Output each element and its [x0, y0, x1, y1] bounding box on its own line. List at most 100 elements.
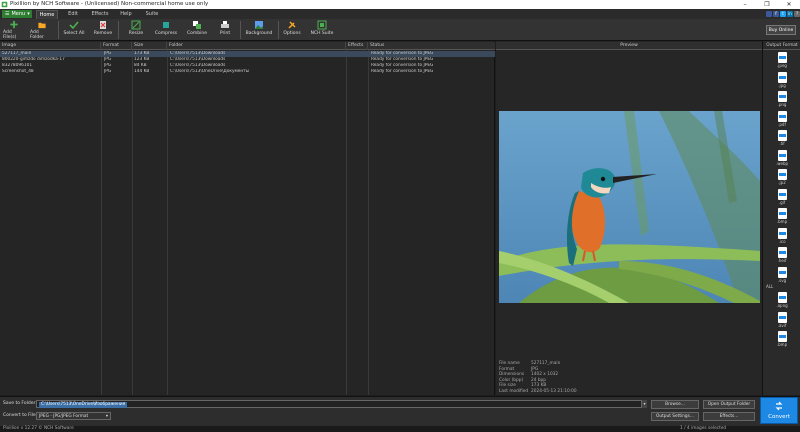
select-all-label: Select All	[63, 31, 85, 36]
add-folder-label: Add Folder	[30, 30, 44, 40]
output-format-item[interactable]: .svg	[773, 266, 791, 283]
output-format-item[interactable]: .jpeg	[773, 52, 791, 68]
hamburger-icon: ☰	[5, 11, 10, 17]
file-format-icon	[777, 169, 787, 180]
printer-icon	[221, 21, 229, 28]
browse-button[interactable]: Browse...	[651, 400, 699, 409]
format-label: .avif	[777, 322, 787, 328]
convert-button[interactable]: Convert	[760, 397, 798, 424]
column-header-format[interactable]: Format	[101, 42, 132, 50]
print-button[interactable]: Print	[214, 20, 236, 40]
bottom-panel: Save to Folder: C:\Users\7513\OneDrive\И…	[0, 396, 800, 426]
maximize-button[interactable]: ❐	[756, 0, 778, 9]
combine-icon	[193, 21, 201, 29]
preview-panel: Preview File name 527117_main Format JPG Dim…	[496, 41, 762, 395]
linkedin-icon[interactable]: in	[787, 11, 793, 17]
tab-suite[interactable]: Suite	[142, 10, 162, 19]
minimize-button[interactable]: –	[734, 0, 756, 9]
file-format-icon	[777, 311, 787, 323]
open-output-folder-button[interactable]: Open Output Folder	[703, 400, 755, 409]
social-icon-1[interactable]	[766, 11, 772, 17]
column-header-status[interactable]: Status	[368, 42, 495, 50]
output-format-item[interactable]: .bmp	[773, 331, 791, 347]
remove-icon	[100, 21, 106, 29]
preview-title: Preview	[496, 42, 762, 50]
toolbar: Add File(s) Add Folder Select All Remove…	[0, 19, 800, 41]
row-image-name: Screenshot_48	[2, 69, 34, 74]
metadata-value: 527117_main	[531, 361, 561, 366]
output-format-item[interactable]: .png	[773, 91, 791, 107]
file-format-icon	[777, 292, 787, 303]
ribbon-tabs: ☰ Menu ▾ Home Edit Effects Help Suite f …	[0, 9, 800, 19]
format-label: .jpeg	[777, 63, 787, 68]
options-button[interactable]: Options	[281, 20, 303, 40]
file-format-icon	[777, 227, 787, 239]
output-format-item[interactable]: .jpg	[773, 71, 791, 88]
tab-effects[interactable]: Effects	[88, 10, 112, 19]
help-icon[interactable]: ?	[794, 11, 800, 17]
output-format-item[interactable]: .jp2	[773, 169, 791, 185]
combine-button[interactable]: Combine	[184, 20, 210, 40]
column-divider	[346, 50, 347, 395]
combine-label: Combine	[186, 31, 207, 36]
metadata-key: Last modified	[499, 388, 529, 394]
nch-suite-label: NCH Suite	[310, 31, 334, 36]
output-format-item[interactable]: .bmp	[773, 208, 791, 224]
tab-edit[interactable]: Edit	[62, 10, 84, 19]
save-to-folder-input[interactable]: C:\Users\7513\OneDrive\Изображения	[36, 400, 646, 408]
file-format-icon	[777, 149, 787, 161]
add-files-button[interactable]: Add File(s)	[3, 20, 25, 40]
tab-home[interactable]: Home	[36, 10, 58, 19]
column-header-effects[interactable]: Effects	[346, 42, 368, 50]
title-bar: Pixillion by NCH Software - (Unlicensed)…	[0, 0, 800, 9]
select-all-button[interactable]: Select All	[62, 20, 86, 40]
output-format-item[interactable]: .avif	[773, 311, 791, 328]
file-format-icon	[777, 71, 787, 83]
menu-button[interactable]: ☰ Menu ▾	[2, 10, 32, 18]
row-size: 144 KB	[134, 69, 150, 74]
compress-button[interactable]: Compress	[153, 20, 179, 40]
close-button[interactable]: ✕	[778, 0, 800, 9]
output-format-panel: Output Format .jpeg .jpg .png .pdf .tif .webp…	[762, 41, 800, 395]
app-icon	[1, 1, 8, 8]
output-format-item[interactable]: .ico	[773, 227, 791, 244]
file-list-panel: Image Format Size Folder Effects Status …	[0, 41, 495, 395]
file-format-icon	[777, 91, 787, 102]
resize-button[interactable]: Resize	[124, 20, 148, 40]
format-label: .ico	[778, 238, 786, 244]
file-format-icon	[777, 266, 787, 278]
tab-help[interactable]: Help	[116, 10, 136, 19]
remove-label: Remove	[93, 31, 113, 36]
output-format-item[interactable]: .apng	[773, 292, 791, 308]
convert-format-select[interactable]: JPEG - JPG/JPEG Format ▾	[36, 412, 111, 420]
buy-online-button[interactable]: Buy Online	[766, 25, 796, 35]
twitter-icon[interactable]: t	[780, 11, 786, 17]
output-settings-button[interactable]: Output Settings...	[651, 412, 699, 421]
column-header-size[interactable]: Size	[132, 42, 167, 50]
chevron-down-icon[interactable]: ▾	[641, 400, 647, 408]
facebook-icon[interactable]: f	[773, 11, 779, 17]
effects-button[interactable]: Effects...	[703, 412, 755, 421]
column-header-folder[interactable]: Folder	[167, 42, 346, 50]
output-format-item[interactable]: .heif	[773, 247, 791, 263]
checkmark-icon	[69, 21, 79, 30]
output-format-item[interactable]: .gif	[773, 188, 791, 205]
nch-suite-button[interactable]: NCH Suite	[308, 20, 336, 40]
convert-format-value: JPEG - JPG/JPEG Format	[39, 414, 89, 419]
output-format-item[interactable]: .tif	[773, 130, 791, 146]
output-format-item[interactable]: .pdf	[773, 110, 791, 127]
column-header-image[interactable]: Image	[0, 42, 101, 50]
file-format-icon	[777, 52, 787, 63]
file-format-icon	[777, 208, 787, 219]
background-button[interactable]: Background	[244, 20, 274, 40]
table-row[interactable]: Screenshot_48 JPG 144 KB C:\Users\7513\OneD…	[0, 69, 495, 75]
column-divider	[132, 50, 133, 395]
file-format-icon	[777, 188, 787, 200]
add-folder-button[interactable]: Add Folder	[30, 20, 54, 40]
output-format-item[interactable]: .webp	[773, 149, 791, 166]
remove-button[interactable]: Remove	[92, 20, 114, 40]
metadata-value: JPG	[531, 366, 539, 372]
row-folder: C:\Users\7513\OneDrive\Документы	[170, 69, 250, 74]
format-label: .bmp	[776, 342, 788, 347]
format-label: .svg	[777, 277, 787, 283]
